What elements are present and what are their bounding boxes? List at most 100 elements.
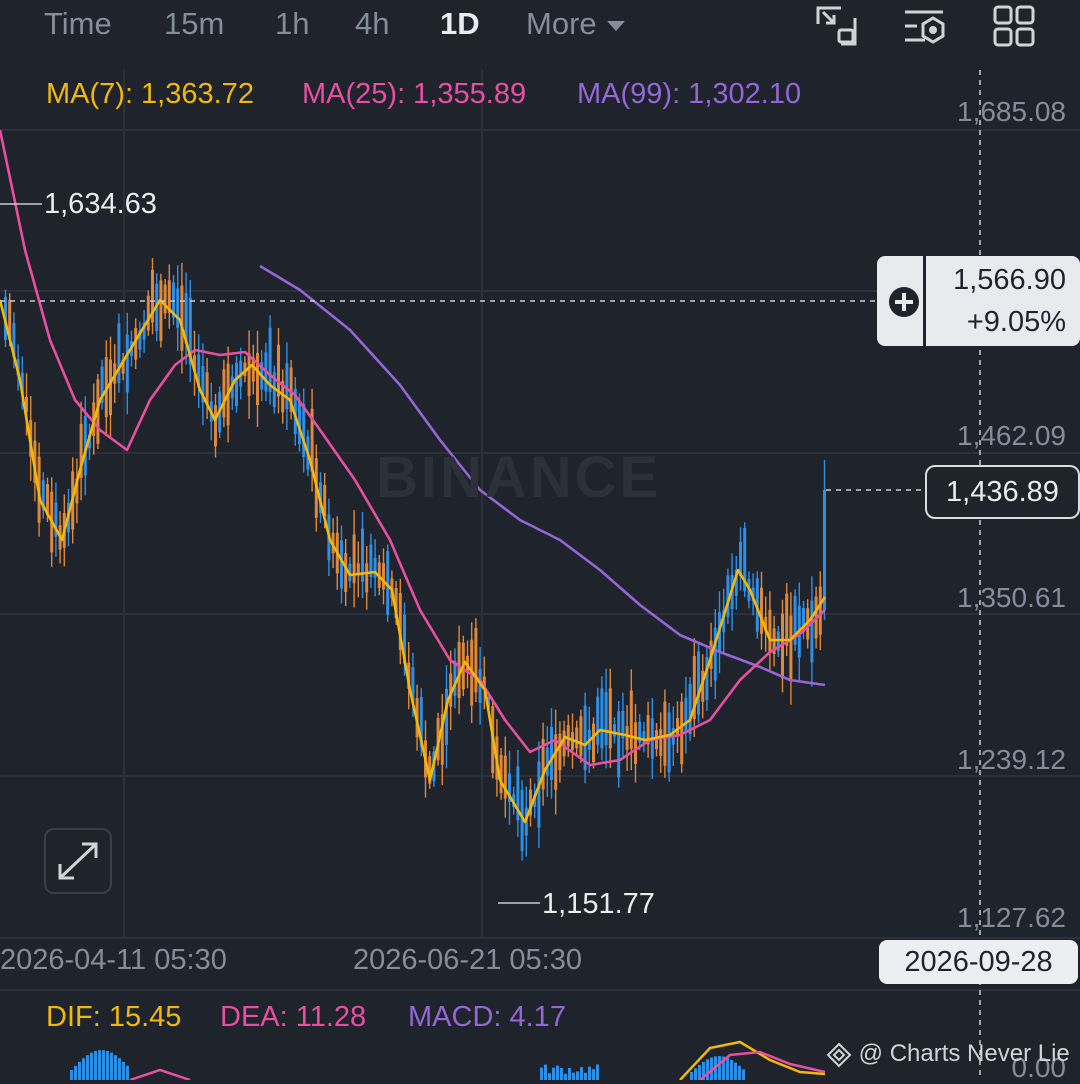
crosshair-date-label: 2026-09-28 (879, 940, 1078, 984)
date-tick: 2026-06-21 05:30 (353, 944, 582, 976)
macd-bar (730, 1059, 733, 1080)
candle-body (663, 701, 667, 766)
candle-body (575, 727, 579, 749)
candle-body (785, 593, 789, 646)
expand-icon (58, 842, 98, 880)
high-price-marker: 1,634.63 (44, 188, 157, 220)
macd-bar (106, 1050, 109, 1080)
macd-bar (86, 1055, 89, 1080)
candle-body (545, 747, 549, 776)
macd-bar (540, 1067, 543, 1080)
dif-line (679, 1040, 826, 1080)
price-tick: 1,462.09 (957, 420, 1066, 451)
candle-body (159, 280, 163, 341)
price-tick: 1,127.62 (957, 902, 1066, 933)
ma25-label: MA(25): 1,355.89 (302, 78, 527, 110)
candles (4, 258, 826, 861)
macd-bar (706, 1059, 709, 1080)
candle-body (760, 587, 763, 634)
add-order-icon[interactable] (887, 285, 921, 319)
diamond-logo-icon (826, 1042, 852, 1068)
dea-label: DEA: 11.28 (220, 1001, 367, 1033)
candle-body (302, 404, 306, 457)
candle-body (256, 352, 259, 405)
candle-body (163, 284, 167, 314)
macd-bar (560, 1067, 563, 1080)
macd-bar (596, 1064, 599, 1080)
ma7-label: MA(7): 1,363.72 (46, 78, 254, 110)
macd-bar (94, 1050, 97, 1080)
candle-body (617, 711, 621, 778)
macd-bar (544, 1064, 547, 1080)
macd-bar (78, 1061, 81, 1080)
macd-bar (552, 1067, 555, 1080)
watermark-text: BINANCE (376, 445, 662, 510)
candle-body (667, 712, 671, 773)
current-price-label: 1,436.89 (925, 465, 1080, 519)
macd-bar (738, 1065, 741, 1080)
candle-body (579, 716, 583, 757)
macd-bar (122, 1061, 125, 1080)
macd-bar (118, 1058, 121, 1080)
candle-body (277, 344, 280, 397)
macd-pane (70, 1040, 826, 1080)
candle-body (642, 731, 646, 744)
dea-line (129, 1068, 191, 1080)
candle-body (180, 285, 184, 351)
macd-bar (102, 1050, 105, 1080)
credit-text: @ Charts Never Lie (858, 1040, 1070, 1067)
macd-bar (82, 1058, 85, 1080)
macd-bar (114, 1055, 117, 1080)
candle-body (558, 733, 562, 771)
macd-value-label: MACD: 4.17 (408, 1001, 566, 1033)
macd-bar (584, 1072, 587, 1080)
candle-body (125, 334, 129, 393)
candle-body (222, 369, 226, 418)
macd-bar (572, 1072, 575, 1080)
macd-bar (580, 1067, 583, 1080)
macd-bar (90, 1052, 93, 1080)
candlestick-chart[interactable] (0, 0, 1080, 1080)
candle-body (109, 359, 112, 416)
candle-body (789, 615, 793, 682)
candle-body (596, 696, 600, 745)
macd-bar (556, 1065, 559, 1080)
macd-bar (98, 1050, 101, 1080)
macd-bar (70, 1070, 73, 1080)
candle-body (634, 722, 637, 764)
macd-bar (126, 1065, 129, 1080)
candle-body (566, 725, 570, 747)
candle-body (810, 600, 814, 663)
crosshair-price: 1,566.90 (953, 264, 1066, 296)
candle-body (365, 563, 369, 593)
dif-label: DIF: 15.45 (46, 1001, 182, 1033)
binance-watermark: BINANCE (376, 444, 661, 511)
macd-bar (718, 1056, 721, 1080)
candle-body (659, 729, 663, 756)
macd-bar (110, 1052, 113, 1080)
candle-body (537, 761, 541, 828)
macd-bar (568, 1067, 571, 1080)
macd-bar (588, 1066, 591, 1080)
candle-body (629, 690, 633, 749)
candle-body (214, 405, 217, 447)
candle-body (768, 609, 772, 652)
crosshair-price-box[interactable]: 1,566.90 +9.05% (877, 256, 1080, 346)
candle-body (176, 288, 180, 328)
candle-body (604, 691, 608, 746)
candle-body (818, 586, 822, 635)
candle-body (344, 553, 348, 592)
expand-chart-button[interactable] (44, 828, 112, 894)
candle-body (613, 724, 616, 737)
candle-body (592, 723, 595, 763)
candle-body (550, 726, 553, 780)
crosshair-change: +9.05% (966, 306, 1066, 338)
date-tick: 2026-04-11 05:30 (0, 944, 227, 976)
candle-body (697, 651, 700, 715)
macd-bar (548, 1073, 551, 1080)
candle-body (247, 353, 251, 396)
candle-body (688, 684, 692, 735)
macd-bar (694, 1068, 697, 1080)
chart-overlay (0, 70, 981, 1080)
candle-body (608, 688, 612, 749)
